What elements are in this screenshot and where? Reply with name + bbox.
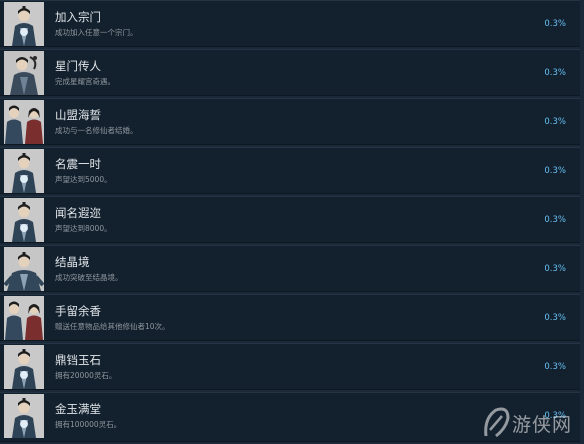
achievement-row[interactable]: 鼎铛玉石 拥有20000灵石。 0.3%: [0, 343, 580, 390]
achievement-description: 拥有100000灵石。: [55, 420, 122, 429]
achievement-description: 成功加入任意一个宗门。: [55, 28, 138, 37]
couple-icon: [4, 296, 44, 340]
watermark-text: 游侠网: [512, 414, 573, 436]
achievement-title: 金玉满堂: [55, 402, 101, 416]
cultivator-glow-icon: [4, 2, 44, 46]
achievement-title: 名震一时: [55, 157, 101, 171]
achievement-percent: 0.3%: [544, 313, 566, 323]
achievement-percent: 0.3%: [544, 19, 566, 29]
achievement-description: 赠送任意物品给其他修仙者10次。: [55, 322, 170, 331]
achievement-title: 手留余香: [55, 304, 101, 318]
cultivator-star-icon: [4, 51, 44, 95]
achievement-list: 加入宗门 成功加入任意一个宗门。 0.3% 星门传人 完成星耀宫奇遇。 0.3%…: [0, 0, 584, 442]
cultivator-glow-icon: [4, 394, 44, 438]
achievement-description: 拥有20000灵石。: [55, 371, 117, 380]
achievement-percent: 0.3%: [544, 68, 566, 78]
cultivator-glow-icon: [4, 345, 44, 389]
achievement-title: 结晶境: [55, 255, 90, 269]
cultivator-glow-icon: [4, 198, 44, 242]
achievement-description: 成功突破至结晶境。: [55, 273, 123, 282]
achievement-percent: 0.3%: [544, 166, 566, 176]
watermark-emblem-icon: [484, 407, 510, 438]
achievement-row[interactable]: 星门传人 完成星耀宫奇遇。 0.3%: [0, 49, 580, 96]
achievement-row[interactable]: 山盟海誓 成功与一名修仙者结婚。 0.3%: [0, 98, 580, 145]
achievement-percent: 0.3%: [544, 215, 566, 225]
achievement-description: 声望达到8000。: [55, 224, 112, 233]
cultivator-glow-icon: [4, 149, 44, 193]
achievement-row[interactable]: 手留余香 赠送任意物品给其他修仙者10次。 0.3%: [0, 294, 580, 341]
achievement-title: 闻名遐迩: [55, 206, 101, 220]
couple-icon: [4, 100, 44, 144]
achievement-percent: 0.3%: [544, 362, 566, 372]
achievement-percent: 0.3%: [544, 264, 566, 274]
achievement-row[interactable]: 闻名遐迩 声望达到8000。 0.3%: [0, 196, 580, 243]
achievement-title: 山盟海誓: [55, 108, 101, 122]
achievement-row[interactable]: 名震一时 声望达到5000。 0.3%: [0, 147, 580, 194]
achievement-row[interactable]: 结晶境 成功突破至结晶境。 0.3%: [0, 245, 580, 292]
achievement-description: 声望达到5000。: [55, 175, 112, 184]
achievement-description: 成功与一名修仙者结婚。: [55, 126, 138, 135]
achievement-title: 星门传人: [55, 59, 101, 73]
cultivator-meditate-icon: [4, 247, 44, 291]
achievement-row[interactable]: 加入宗门 成功加入任意一个宗门。 0.3%: [0, 0, 580, 47]
achievement-title: 鼎铛玉石: [55, 353, 101, 367]
achievement-title: 加入宗门: [55, 10, 101, 24]
achievement-description: 完成星耀宫奇遇。: [55, 77, 115, 86]
watermark-logo: 游侠网: [482, 406, 578, 440]
achievement-percent: 0.3%: [544, 117, 566, 127]
